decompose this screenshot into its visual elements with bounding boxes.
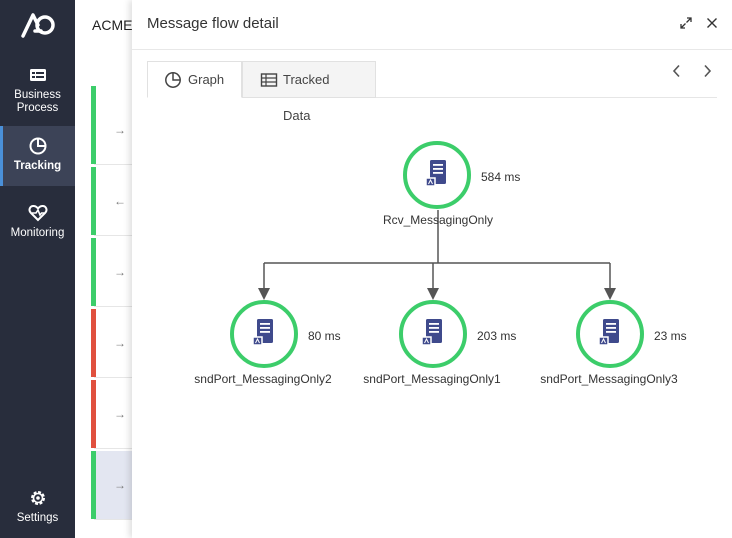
status-bar [91, 380, 96, 448]
sidebar-item-label: Settings [16, 512, 59, 524]
business-process-icon [29, 69, 46, 81]
status-bar [91, 451, 96, 519]
sidebar-item-label: Business Process [14, 89, 61, 114]
status-bar [91, 309, 96, 377]
graph-node-left[interactable] [230, 300, 300, 370]
sidebar-item-monitoring[interactable]: Monitoring [0, 200, 75, 250]
port-document-icon [426, 160, 446, 187]
node-name: sndPort_MessagingOnly2 [194, 372, 332, 386]
flow-graph: 584 ms Rcv_MessagingOnly 80 ms sndPort_M… [132, 0, 732, 538]
direction-arrow-icon: → [114, 265, 126, 279]
monitoring-icon [28, 204, 47, 222]
sidebar-item-tracking[interactable]: Tracking [0, 126, 75, 186]
direction-arrow-icon: → [114, 336, 126, 350]
message-row[interactable]: → [91, 238, 136, 307]
port-document-icon [599, 319, 619, 346]
node-name: sndPort_MessagingOnly1 [363, 372, 501, 386]
sidebar-item-business-process[interactable]: Business Process [0, 62, 75, 122]
node-duration: 203 ms [477, 329, 517, 343]
port-document-icon [422, 319, 442, 346]
direction-arrow-icon: ← [114, 194, 126, 208]
graph-node-root[interactable] [403, 141, 473, 211]
direction-arrow-icon: → [114, 478, 126, 492]
sidebar-item-label: Monitoring [10, 227, 65, 239]
message-row[interactable]: → [91, 96, 136, 165]
node-duration: 80 ms [308, 329, 341, 343]
tracking-icon [29, 137, 46, 155]
company-name: ACME [92, 17, 133, 33]
message-flow-panel: Message flow detail Graph Tracked Data 5… [132, 0, 732, 538]
graph-node-middle[interactable] [399, 300, 469, 370]
status-bar [91, 167, 96, 235]
sidebar: Business Process Tracking Monitoring Set… [0, 0, 75, 538]
sidebar-item-label: Tracking [13, 160, 62, 172]
message-row[interactable]: ← [91, 167, 136, 236]
port-document-icon [253, 319, 273, 346]
node-status-circle [230, 300, 298, 368]
message-row[interactable]: → [91, 451, 136, 520]
status-bar [91, 96, 96, 164]
direction-arrow-icon: → [114, 407, 126, 421]
status-bar [91, 238, 96, 306]
node-name: sndPort_MessagingOnly3 [540, 372, 678, 386]
graph-node-right[interactable] [576, 300, 646, 370]
node-status-circle [399, 300, 467, 368]
node-status-circle [576, 300, 644, 368]
sidebar-item-settings[interactable]: Settings [0, 486, 75, 531]
node-name: Rcv_MessagingOnly [382, 213, 494, 227]
node-status-circle [403, 141, 471, 209]
message-row[interactable]: → [91, 380, 136, 449]
direction-arrow-icon: → [114, 123, 126, 137]
node-duration: 23 ms [654, 329, 687, 343]
message-row[interactable]: → [91, 309, 136, 378]
gear-icon [30, 491, 45, 505]
graph-edges [258, 210, 616, 300]
node-duration: 584 ms [481, 170, 521, 184]
status-bar [91, 86, 96, 96]
app-logo-icon[interactable] [21, 12, 55, 38]
